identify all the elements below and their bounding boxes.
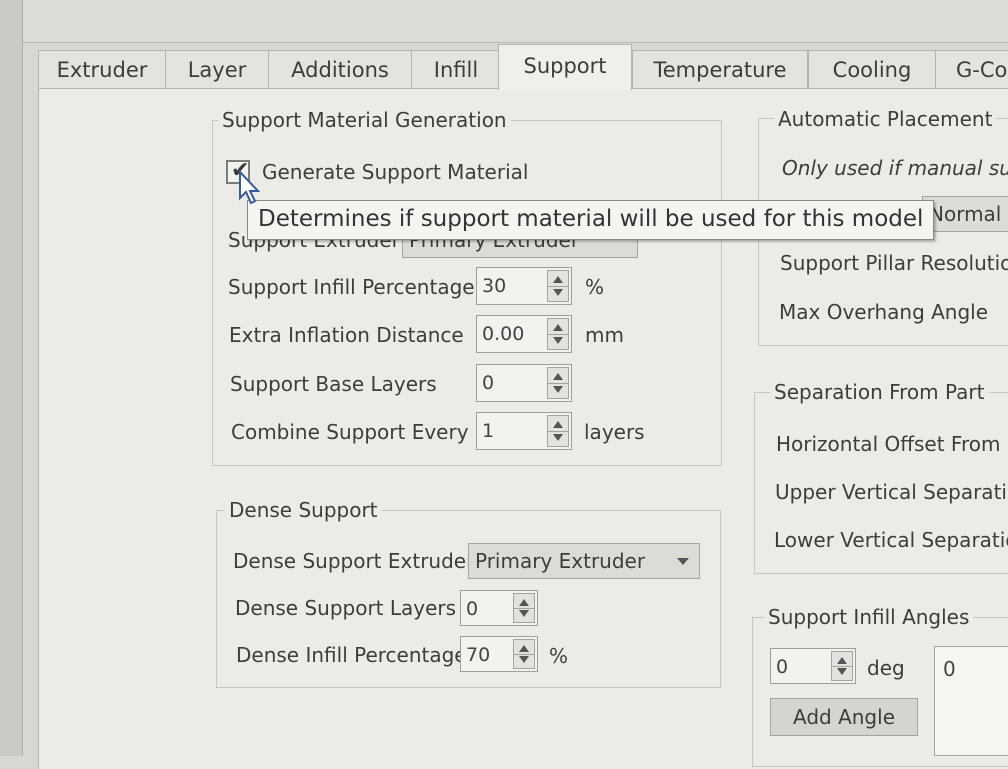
- dense-infill-spinbox[interactable]: 70: [460, 636, 538, 672]
- tab-additions[interactable]: Additions: [268, 50, 412, 88]
- combine-support-value: 1: [482, 420, 495, 442]
- inflation-distance-spinbox[interactable]: 0.00: [476, 315, 572, 353]
- settings-tab-bar: Extruder Layer Additions Infill Support …: [38, 44, 1008, 90]
- spinner-arrows-icon[interactable]: [547, 367, 569, 399]
- spinner-arrows-icon[interactable]: [547, 415, 569, 447]
- base-layers-label: Support Base Layers: [230, 372, 437, 396]
- automatic-placement-title: Automatic Placement: [774, 107, 997, 131]
- support-tooltip: Determines if support material will be u…: [247, 200, 935, 240]
- horizontal-offset-label: Horizontal Offset From P: [776, 432, 1008, 456]
- tab-infill[interactable]: Infill: [411, 50, 501, 88]
- pillar-resolution-label: Support Pillar Resolutio: [780, 251, 1008, 275]
- placement-type-value: Normal: [929, 202, 1002, 226]
- dense-layers-value: 0: [466, 598, 479, 620]
- inflation-distance-label: Extra Inflation Distance: [229, 323, 464, 347]
- separation-title: Separation From Part: [770, 380, 989, 404]
- support-infill-label: Support Infill Percentage: [228, 275, 475, 299]
- placement-note: Only used if manual su: [782, 156, 1008, 180]
- window-frame-top: [0, 0, 1008, 43]
- tab-support[interactable]: Support: [498, 44, 632, 90]
- base-layers-value: 0: [482, 372, 495, 394]
- dense-extruder-label: Dense Support Extruder: [233, 549, 475, 573]
- inflation-distance-value: 0.00: [482, 323, 525, 345]
- tab-layer[interactable]: Layer: [165, 50, 269, 88]
- dense-infill-value: 70: [466, 644, 491, 666]
- max-overhang-label: Max Overhang Angle: [779, 300, 989, 324]
- tab-gcode[interactable]: G-Co: [935, 50, 1008, 88]
- angles-list[interactable]: 0: [934, 646, 1008, 756]
- inflation-distance-unit: mm: [585, 323, 624, 347]
- support-infill-unit: %: [585, 275, 605, 299]
- pointer-cursor-icon: [239, 170, 261, 205]
- lower-separation-label: Lower Vertical Separatio: [774, 528, 1008, 552]
- spinner-arrows-icon[interactable]: [513, 593, 535, 623]
- infill-angles-title: Support Infill Angles: [764, 605, 974, 629]
- dense-layers-label: Dense Support Layers: [235, 596, 457, 620]
- dense-extruder-value: Primary Extruder: [475, 549, 646, 573]
- chevron-down-icon: [677, 558, 689, 565]
- spinner-arrows-icon[interactable]: [513, 639, 535, 669]
- support-infill-spinbox[interactable]: 30: [476, 267, 572, 305]
- spinner-arrows-icon[interactable]: [831, 651, 853, 681]
- dense-infill-unit: %: [549, 644, 569, 668]
- tab-cooling[interactable]: Cooling: [808, 50, 936, 88]
- dense-layers-spinbox[interactable]: 0: [460, 590, 538, 626]
- dense-extruder-select[interactable]: Primary Extruder: [468, 543, 700, 579]
- add-angle-button[interactable]: Add Angle: [770, 698, 918, 736]
- angles-list-item[interactable]: 0: [943, 657, 956, 681]
- window-frame-left: [0, 0, 23, 756]
- generate-support-label: Generate Support Material: [262, 160, 529, 184]
- tab-extruder[interactable]: Extruder: [38, 50, 166, 88]
- combine-support-spinbox[interactable]: 1: [476, 412, 572, 450]
- spinner-arrows-icon[interactable]: [547, 318, 569, 350]
- combine-support-label: Combine Support Every: [231, 420, 469, 444]
- tab-temperature[interactable]: Temperature: [632, 50, 808, 88]
- support-infill-value: 30: [482, 275, 507, 297]
- support-generation-title: Support Material Generation: [218, 108, 511, 132]
- dense-support-title: Dense Support: [225, 498, 382, 522]
- upper-separation-label: Upper Vertical Separatio: [775, 480, 1008, 504]
- dense-infill-label: Dense Infill Percentage: [236, 643, 467, 667]
- spinner-arrows-icon[interactable]: [547, 270, 569, 302]
- combine-support-unit: layers: [584, 420, 645, 444]
- placement-type-select[interactable]: Normal: [922, 196, 1008, 232]
- base-layers-spinbox[interactable]: 0: [476, 364, 572, 402]
- angle-unit: deg: [867, 656, 905, 680]
- angle-spinbox[interactable]: 0: [770, 648, 856, 684]
- angle-value: 0: [776, 656, 789, 678]
